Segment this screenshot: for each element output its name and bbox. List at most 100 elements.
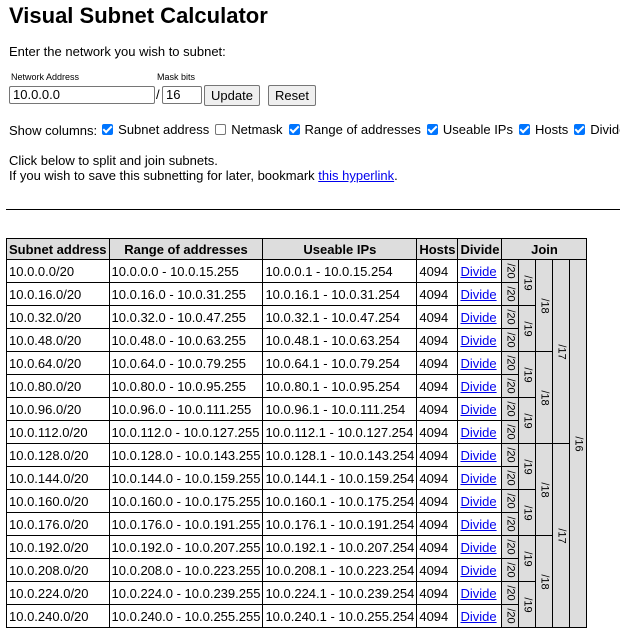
column-checkbox[interactable] — [215, 124, 227, 135]
table-row: 10.0.32.0/20 10.0.32.0 - 10.0.47.255 10.0.… — [6, 305, 587, 352]
useable-ips-cell: 10.0.224.1 - 10.0.239.254 — [262, 581, 418, 605]
join-cell[interactable]: /20 — [501, 489, 520, 513]
column-checkbox[interactable] — [102, 124, 114, 135]
column-checkbox[interactable] — [574, 124, 586, 135]
join-cell[interactable]: /19 — [518, 397, 537, 444]
column-toggle[interactable]: Divide — [574, 122, 620, 137]
join-cell[interactable]: /18 — [535, 443, 554, 536]
divide-link[interactable]: Divide — [460, 540, 496, 555]
range-cell: 10.0.224.0 - 10.0.239.255 — [108, 581, 264, 605]
join-cell[interactable]: /19 — [518, 351, 537, 398]
header-subnet-address: Subnet address — [6, 238, 110, 260]
join-cell[interactable]: /20 — [501, 328, 520, 352]
join-cell[interactable]: /18 — [535, 535, 554, 628]
join-cell[interactable]: /20 — [501, 443, 520, 467]
subnet-address-cell: 10.0.112.0/20 — [6, 420, 110, 444]
join-cell[interactable]: /20 — [501, 512, 520, 536]
column-toggle[interactable]: Hosts — [518, 122, 568, 137]
column-toggle[interactable]: Netmask — [215, 122, 283, 137]
header-hosts: Hosts — [416, 238, 459, 260]
divide-cell: Divide — [457, 259, 503, 283]
join-cell[interactable]: /19 — [518, 535, 537, 582]
subnet-address-cell: 10.0.192.0/20 — [6, 535, 110, 559]
join-cell[interactable]: /20 — [501, 374, 520, 398]
divide-link[interactable]: Divide — [460, 563, 496, 578]
column-toggle[interactable]: Useable IPs — [426, 122, 513, 137]
table-row: 10.0.128.0/20 10.0.128.0 - 10.0.143.255 10… — [6, 443, 587, 628]
join-label: /20 — [504, 424, 517, 440]
divide-link[interactable]: Divide — [460, 586, 496, 601]
join-cell[interactable]: /19 — [518, 443, 537, 490]
join-cell[interactable]: /20 — [501, 466, 520, 490]
join-cell[interactable]: /19 — [518, 489, 537, 536]
divide-link[interactable]: Divide — [460, 425, 496, 440]
range-cell: 10.0.128.0 - 10.0.143.255 — [108, 443, 264, 467]
divide-link[interactable]: Divide — [460, 609, 496, 624]
join-cell[interactable]: /20 — [501, 420, 520, 444]
divide-cell: Divide — [457, 282, 503, 306]
slash-separator: / — [156, 87, 160, 102]
join-cell[interactable]: /20 — [501, 581, 520, 605]
column-checkbox[interactable] — [288, 124, 300, 135]
join-cell[interactable]: /17 — [552, 259, 571, 444]
column-checkbox[interactable] — [518, 124, 530, 135]
divide-link[interactable]: Divide — [460, 333, 496, 348]
table-row: 10.0.96.0/20 10.0.96.0 - 10.0.111.255 10.0… — [6, 397, 587, 444]
join-cell[interactable]: /20 — [501, 305, 520, 329]
join-label: /20 — [504, 286, 517, 302]
join-cell[interactable]: /20 — [501, 259, 520, 283]
join-label: /18 — [538, 481, 551, 498]
range-cell: 10.0.16.0 - 10.0.31.255 — [108, 282, 264, 306]
hosts-cell: 4094 — [416, 558, 459, 582]
subnet-address-cell: 10.0.48.0/20 — [6, 328, 110, 352]
hosts-cell: 4094 — [416, 259, 459, 283]
divide-link[interactable]: Divide — [460, 287, 496, 302]
table-row: 10.0.208.0/20 10.0.208.0 - 10.0.223.255 10… — [6, 558, 587, 582]
divide-link[interactable]: Divide — [460, 517, 496, 532]
range-cell: 10.0.80.0 - 10.0.95.255 — [108, 374, 264, 398]
column-checkbox[interactable] — [426, 124, 438, 135]
useable-ips-cell: 10.0.64.1 - 10.0.79.254 — [262, 351, 418, 375]
divide-link[interactable]: Divide — [460, 264, 496, 279]
network-address-input[interactable]: 10.0.0.0 — [9, 86, 155, 104]
join-cell[interactable]: /17 — [552, 443, 571, 628]
header-divide: Divide — [457, 238, 503, 260]
column-toggle-label: Divide — [590, 122, 620, 137]
join-cell[interactable]: /18 — [535, 259, 554, 352]
bookmark-link[interactable]: this hyperlink — [318, 168, 394, 183]
table-row: 10.0.176.0/20 10.0.176.0 - 10.0.191.255 10… — [6, 512, 587, 536]
divide-link[interactable]: Divide — [460, 310, 496, 325]
table-row: 10.0.224.0/20 10.0.224.0 - 10.0.239.255 10… — [6, 581, 587, 628]
join-cell[interactable]: /20 — [501, 397, 520, 421]
join-cell[interactable]: /18 — [535, 351, 554, 444]
join-cell[interactable]: /20 — [501, 558, 520, 582]
join-cell[interactable]: /20 — [501, 535, 520, 559]
table-row: 10.0.16.0/20 10.0.16.0 - 10.0.31.255 10.0.… — [6, 282, 587, 306]
range-cell: 10.0.96.0 - 10.0.111.255 — [108, 397, 264, 421]
divide-link[interactable]: Divide — [460, 471, 496, 486]
join-cell[interactable]: /19 — [518, 581, 537, 628]
join-cell[interactable]: /16 — [569, 259, 588, 628]
divide-link[interactable]: Divide — [460, 402, 496, 417]
divide-cell: Divide — [457, 443, 503, 467]
update-button[interactable]: Update — [204, 85, 260, 106]
divide-link[interactable]: Divide — [460, 379, 496, 394]
divide-link[interactable]: Divide — [460, 494, 496, 509]
join-cell[interactable]: /19 — [518, 305, 537, 352]
column-toggle[interactable]: Subnet address — [102, 122, 209, 137]
mask-bits-input[interactable]: 16 — [162, 86, 202, 104]
useable-ips-cell: 10.0.144.1 - 10.0.159.254 — [262, 466, 418, 490]
join-cell[interactable]: /19 — [518, 259, 537, 306]
join-cell[interactable]: /20 — [501, 604, 520, 628]
divide-link[interactable]: Divide — [460, 356, 496, 371]
join-cell[interactable]: /20 — [501, 282, 520, 306]
help-line-2-suffix: . — [394, 168, 398, 183]
hosts-cell: 4094 — [416, 489, 459, 513]
divide-link[interactable]: Divide — [460, 448, 496, 463]
column-toggle[interactable]: Range of addresses — [288, 122, 421, 137]
join-label: /20 — [504, 447, 517, 463]
join-cell[interactable]: /20 — [501, 351, 520, 375]
divide-cell: Divide — [457, 397, 503, 421]
subnet-address-cell: 10.0.240.0/20 — [6, 604, 110, 628]
reset-button[interactable]: Reset — [268, 85, 316, 106]
